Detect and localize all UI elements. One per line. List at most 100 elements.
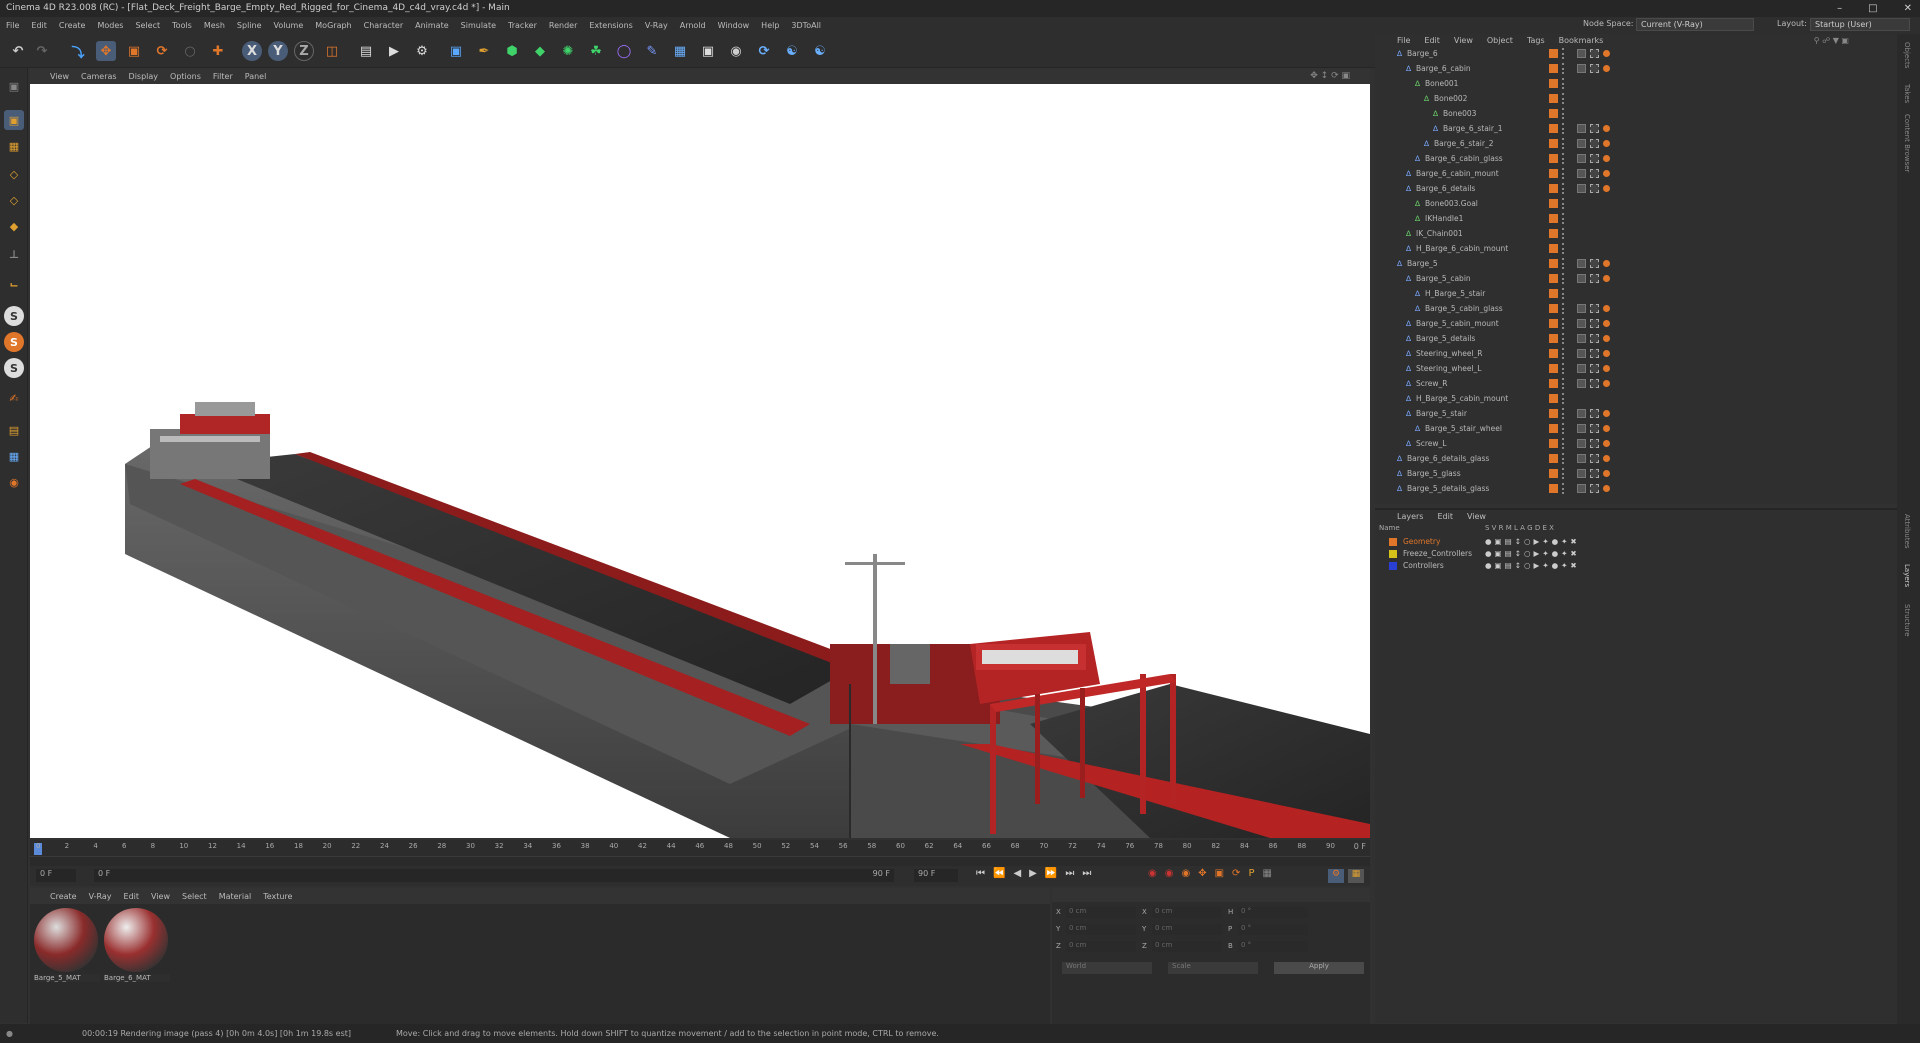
visibility-dots[interactable]: [1562, 198, 1565, 209]
tag-icon[interactable]: [1577, 454, 1586, 463]
material-tag-icon[interactable]: [1590, 154, 1599, 163]
layer-color-swatch[interactable]: [1549, 169, 1558, 178]
material-tag-icon[interactable]: [1590, 364, 1599, 373]
texture-tag-icon[interactable]: [1603, 155, 1610, 162]
object-row[interactable]: ∆ Barge_6_stair_2: [1375, 136, 1895, 151]
object-row[interactable]: ∆ Barge_5_glass: [1375, 466, 1895, 481]
key-position-icon[interactable]: ✥: [1198, 868, 1214, 879]
texture-tag-icon[interactable]: [1603, 185, 1610, 192]
tag-icon[interactable]: [1577, 49, 1586, 58]
texture-tag-icon[interactable]: [1603, 485, 1610, 492]
texture-mode-icon[interactable]: ▦: [4, 136, 24, 156]
layer-color-swatch[interactable]: [1549, 154, 1558, 163]
key-pla-icon[interactable]: ▦: [1262, 868, 1279, 879]
close-icon[interactable]: ✕: [1904, 0, 1912, 17]
object-name[interactable]: Bone002: [1434, 91, 1467, 106]
frame-range-slider[interactable]: 0 F 90 F: [94, 869, 894, 882]
polygons-mode-icon[interactable]: ◆: [4, 216, 24, 236]
mat-menu-create[interactable]: Create: [50, 892, 77, 901]
object-row[interactable]: ∆ Barge_6_details: [1375, 181, 1895, 196]
menu-3dtoall[interactable]: 3DToAll: [791, 21, 821, 30]
object-row[interactable]: ∆ H_Barge_5_stair: [1375, 286, 1895, 301]
object-name[interactable]: Barge_6: [1407, 46, 1438, 61]
menu-edit[interactable]: Edit: [31, 21, 47, 30]
camera-icon[interactable]: ▣: [698, 41, 718, 61]
texture-tag-icon[interactable]: [1603, 425, 1610, 432]
floor-icon[interactable]: ▦: [670, 41, 690, 61]
layer-color-swatch[interactable]: [1549, 214, 1558, 223]
subdivision-icon[interactable]: ⬢: [502, 41, 522, 61]
material-tag-icon[interactable]: [1590, 139, 1599, 148]
material-tag-icon[interactable]: [1590, 274, 1599, 283]
material-tag-icon[interactable]: [1590, 64, 1599, 73]
coord-field[interactable]: 0 cm: [1066, 924, 1136, 935]
coord-field[interactable]: 0 °: [1238, 924, 1308, 935]
visibility-dots[interactable]: [1562, 378, 1565, 389]
layer-color-swatch[interactable]: [1549, 379, 1558, 388]
object-row[interactable]: ∆ Barge_5_cabin_glass: [1375, 301, 1895, 316]
object-name[interactable]: Bone003: [1443, 106, 1476, 121]
tag-icon[interactable]: [1577, 169, 1586, 178]
menu-modes[interactable]: Modes: [97, 21, 123, 30]
coord-field[interactable]: 0 cm: [1152, 941, 1222, 952]
recent-tool-icon[interactable]: ○: [180, 41, 200, 61]
layer-color-swatch[interactable]: [1549, 109, 1558, 118]
obj-menu-view[interactable]: View: [1454, 36, 1473, 45]
key-rotation-icon[interactable]: ⟳: [1232, 868, 1248, 879]
keyframe-controls[interactable]: ◉◉◉✥▣⟳P▦: [1148, 868, 1280, 879]
object-name[interactable]: H_Barge_5_stair: [1425, 286, 1485, 301]
object-row[interactable]: ∆ Barge_5_stair_wheel: [1375, 421, 1895, 436]
layer-color-swatch[interactable]: [1549, 409, 1558, 418]
object-name[interactable]: IKHandle1: [1425, 211, 1463, 226]
obj-menu-bookmarks[interactable]: Bookmarks: [1559, 36, 1604, 45]
scale-tool-icon[interactable]: ▣: [124, 41, 144, 61]
tag-icon[interactable]: [1577, 364, 1586, 373]
end-frame-field[interactable]: 90 F: [914, 869, 958, 882]
texture-tag-icon[interactable]: [1603, 260, 1610, 267]
material-tag-icon[interactable]: [1590, 409, 1599, 418]
layout-dropdown[interactable]: Startup (User): [1810, 18, 1910, 31]
side-tab-objects[interactable]: Objects: [1903, 42, 1911, 68]
object-row[interactable]: ∆ Steering_wheel_L: [1375, 361, 1895, 376]
obj-menu-tags[interactable]: Tags: [1527, 36, 1545, 45]
layer-color-swatch[interactable]: [1549, 319, 1558, 328]
layer-color-swatch[interactable]: [1389, 562, 1397, 570]
object-name[interactable]: Bone003.Goal: [1425, 196, 1478, 211]
object-row[interactable]: ∆ Bone001: [1375, 76, 1895, 91]
object-row[interactable]: ∆ H_Barge_6_cabin_mount: [1375, 241, 1895, 256]
mat-menu-material[interactable]: Material: [219, 892, 252, 901]
texture-tag-icon[interactable]: [1603, 50, 1610, 57]
texture-tag-icon[interactable]: [1603, 365, 1610, 372]
object-row[interactable]: ∆ Barge_6_details_glass: [1375, 451, 1895, 466]
object-row[interactable]: ∆ Barge_5: [1375, 256, 1895, 271]
axis-y-button[interactable]: Y: [268, 41, 288, 61]
visibility-dots[interactable]: [1562, 318, 1565, 329]
menu-spline[interactable]: Spline: [237, 21, 262, 30]
object-name[interactable]: Barge_5_details_glass: [1407, 481, 1489, 496]
visibility-dots[interactable]: [1562, 78, 1565, 89]
object-row[interactable]: ∆ Barge_5_details_glass: [1375, 481, 1895, 496]
key-param-icon[interactable]: P: [1248, 868, 1262, 879]
object-row[interactable]: ∆ Barge_5_stair: [1375, 406, 1895, 421]
mat-menu-edit[interactable]: Edit: [124, 892, 140, 901]
material-tag-icon[interactable]: [1590, 259, 1599, 268]
object-name[interactable]: IK_Chain001: [1416, 226, 1463, 241]
coord-field[interactable]: 0 °: [1238, 907, 1308, 918]
apply-button[interactable]: Apply: [1274, 962, 1364, 974]
layer-row[interactable]: Geometry ●▣▤↕○▶✦●✦✖: [1375, 536, 1897, 548]
layer-menu-edit[interactable]: Edit: [1437, 512, 1453, 521]
lock-icon[interactable]: ◉: [4, 472, 24, 492]
visibility-dots[interactable]: [1562, 93, 1565, 104]
viewport-menu-filter[interactable]: Filter: [213, 72, 233, 81]
layer-color-swatch[interactable]: [1549, 334, 1558, 343]
menu-tools[interactable]: Tools: [172, 21, 192, 30]
side-tab-structure[interactable]: Structure: [1903, 604, 1911, 637]
field-icon[interactable]: ✎: [642, 41, 662, 61]
layer-toggle-icons[interactable]: ●▣▤↕○▶✦●✦✖: [1485, 536, 1580, 548]
tag-icon[interactable]: [1577, 424, 1586, 433]
visibility-dots[interactable]: [1562, 483, 1565, 494]
visibility-dots[interactable]: [1562, 183, 1565, 194]
timeline[interactable]: 0 2 4 6 8 10 12 14 16 18 20 22 24 26 28 30 32 34 36 38 40 42 4…: [30, 840, 1370, 866]
coordinate-mode-dropdown[interactable]: World: [1062, 962, 1152, 974]
object-row[interactable]: ∆ IKHandle1: [1375, 211, 1895, 226]
